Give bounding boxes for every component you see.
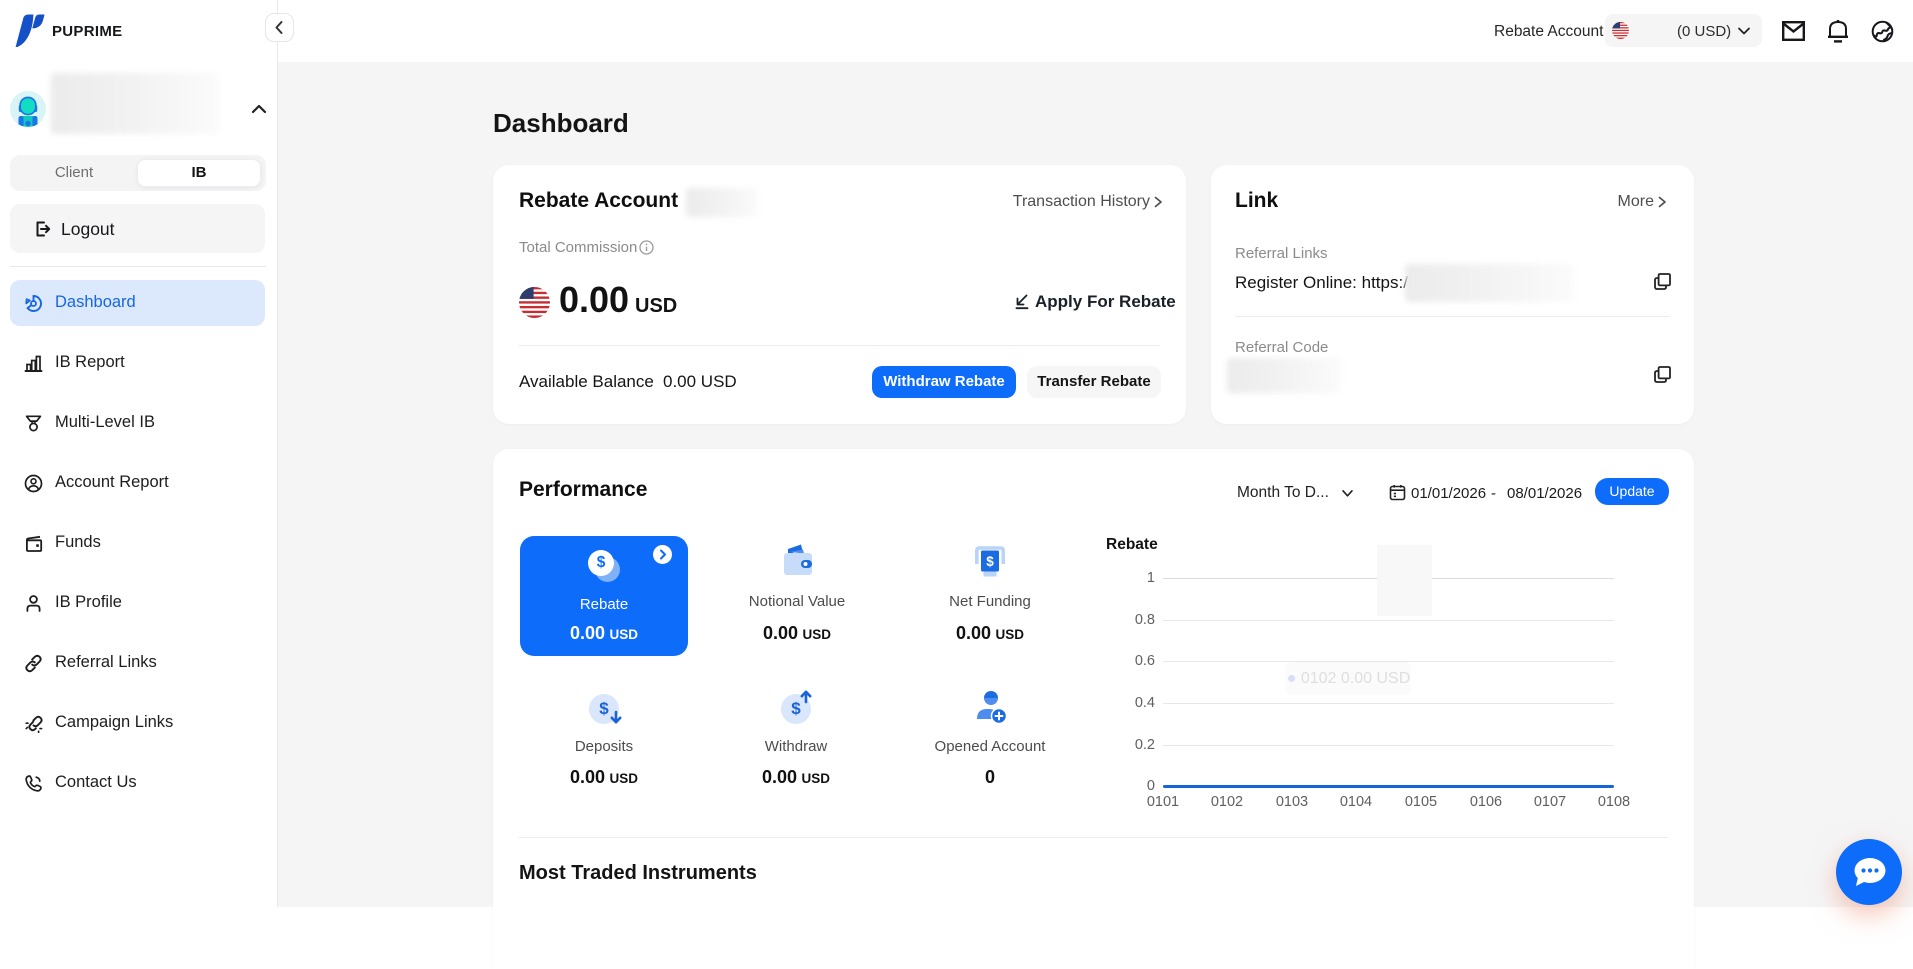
- svg-text:$: $: [986, 554, 994, 569]
